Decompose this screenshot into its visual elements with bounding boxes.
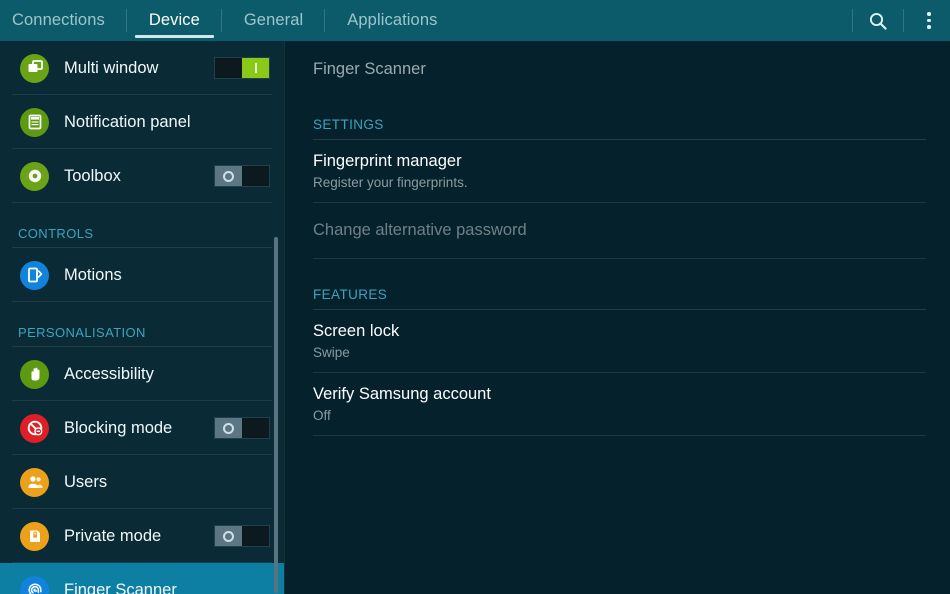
settings-sections: SETTINGS Fingerprint manager Register your…: [313, 89, 926, 436]
detail-panel: Finger Scanner SETTINGS Fingerprint manag…: [285, 41, 950, 594]
section-header: FEATURES: [313, 287, 388, 302]
sidebar-section-label: CONTROLS: [18, 226, 94, 241]
setting-row[interactable]: Fingerprint manager Register your fingerp…: [313, 140, 926, 203]
section-settings: SETTINGS Fingerprint manager Register your…: [313, 89, 926, 259]
finger-scanner-icon-badge: [20, 575, 49, 594]
divider: [313, 435, 926, 436]
toggle-thumb: [215, 418, 242, 438]
toggle-thumb: [215, 526, 242, 546]
sidebar-item-toolbox[interactable]: Toolbox: [0, 149, 284, 203]
sidebar-scrollbar-thumb[interactable]: [274, 237, 278, 593]
toggle-on-mark-icon: [254, 63, 257, 73]
action-bar: Connections Device General Applications: [0, 0, 950, 41]
setting-subtitle: Swipe: [313, 345, 350, 360]
tab-device[interactable]: Device: [127, 0, 222, 41]
motions-icon: [27, 267, 42, 283]
sidebar-item-private-mode[interactable]: Private mode: [0, 509, 284, 563]
setting-row[interactable]: Screen lock Swipe: [313, 310, 926, 373]
sidebar-item-label: Motions: [64, 265, 122, 284]
tab-connections[interactable]: Connections: [0, 0, 127, 41]
accessibility-hand-icon-badge: [20, 359, 49, 389]
sidebar-item-label: Multi window: [64, 58, 159, 77]
toggle-switch-on[interactable]: [214, 57, 270, 79]
sidebar-item-motions[interactable]: Motions: [0, 248, 284, 302]
setting-title: Change alternative password: [313, 221, 527, 239]
toggle-off-mark-icon: [223, 422, 234, 434]
sidebar-item-finger-scanner[interactable]: Finger Scanner: [0, 563, 284, 594]
setting-title: Fingerprint manager: [313, 152, 462, 170]
toggle-thumb: [215, 166, 242, 186]
overflow-menu-button[interactable]: [908, 0, 950, 41]
toggle-track-right: [242, 526, 269, 546]
toggle-track-right: [242, 418, 269, 438]
sidebar-section-personalisation: PERSONALISATION: [0, 302, 284, 347]
private-mode-icon: [29, 530, 40, 542]
motions-icon-badge: [20, 260, 49, 290]
multi-window-icon: [28, 60, 43, 72]
divider: [852, 9, 853, 32]
page-title: Finger Scanner: [313, 60, 426, 78]
tab-general[interactable]: General: [222, 0, 326, 41]
settings-app-window: Connections Device General Applications Mul…: [0, 0, 950, 594]
users-icon-badge: [20, 467, 49, 497]
sidebar-section-label: PERSONALISATION: [18, 325, 146, 340]
tab-label: Applications: [347, 11, 438, 29]
toggle-switch-off[interactable]: [214, 417, 270, 439]
tab-label: General: [243, 11, 304, 29]
toggle-switch-off[interactable]: [214, 165, 270, 187]
tab-bar: Connections Device General Applications: [0, 0, 459, 41]
search-icon: [869, 12, 887, 30]
active-tab-indicator: [134, 35, 214, 38]
blocking-mode-icon: [27, 420, 42, 436]
accessibility-hand-icon: [31, 367, 39, 381]
section-header: SETTINGS: [313, 117, 384, 132]
toggle-track-right: [242, 166, 269, 186]
sidebar-item-label: Finger Scanner: [64, 580, 177, 594]
sidebar-item-label: Users: [64, 472, 108, 491]
section-features: FEATURES Screen lock Swipe Verify Samsung a…: [313, 259, 926, 436]
action-bar-right: [848, 0, 950, 41]
sidebar-list: Multi window Notification panel Toolbox CON…: [0, 41, 284, 594]
tab-applications[interactable]: Applications: [325, 0, 459, 41]
sidebar-section-controls: CONTROLS: [0, 203, 284, 248]
settings-sidebar[interactable]: Multi window Notification panel Toolbox CON…: [0, 41, 284, 594]
tab-label: Device: [148, 11, 200, 29]
sidebar-item-label: Blocking mode: [64, 418, 173, 437]
private-mode-icon-badge: [20, 521, 49, 551]
divider: [903, 9, 904, 32]
toggle-off-mark-icon: [223, 170, 234, 182]
notification-panel-icon-badge: [20, 107, 49, 137]
setting-row: Change alternative password: [313, 203, 926, 259]
sidebar-item-label: Private mode: [64, 526, 162, 545]
setting-title: Verify Samsung account: [313, 385, 491, 403]
users-icon: [27, 476, 43, 488]
setting-row[interactable]: Verify Samsung account Off: [313, 373, 926, 436]
toggle-thumb: [242, 58, 269, 78]
sidebar-item-label: Notification panel: [64, 112, 191, 131]
setting-subtitle: Off: [313, 408, 331, 423]
blocking-mode-icon-badge: [20, 413, 49, 443]
sidebar-item-users[interactable]: Users: [0, 455, 284, 509]
toggle-off-mark-icon: [223, 530, 234, 542]
more-vertical-icon: [927, 12, 931, 29]
tab-label: Connections: [12, 11, 105, 29]
sidebar-item-accessibility[interactable]: Accessibility: [0, 347, 284, 401]
toggle-track-left: [215, 58, 242, 78]
notification-panel-icon: [28, 114, 41, 130]
search-button[interactable]: [857, 0, 899, 41]
sidebar-item-multi-window[interactable]: Multi window: [0, 41, 284, 95]
toolbox-icon-badge: [20, 161, 49, 191]
setting-subtitle: Register your fingerprints.: [313, 175, 468, 190]
setting-title: Screen lock: [313, 322, 400, 340]
sidebar-item-label: Toolbox: [64, 166, 121, 185]
sidebar-item-label: Accessibility: [64, 364, 154, 383]
sidebar-item-blocking-mode[interactable]: Blocking mode: [0, 401, 284, 455]
toolbox-icon: [28, 169, 41, 183]
multi-window-icon-badge: [20, 53, 49, 83]
sidebar-item-notification-panel[interactable]: Notification panel: [0, 95, 284, 149]
finger-scanner-icon: [27, 583, 42, 594]
toggle-switch-off[interactable]: [214, 525, 270, 547]
